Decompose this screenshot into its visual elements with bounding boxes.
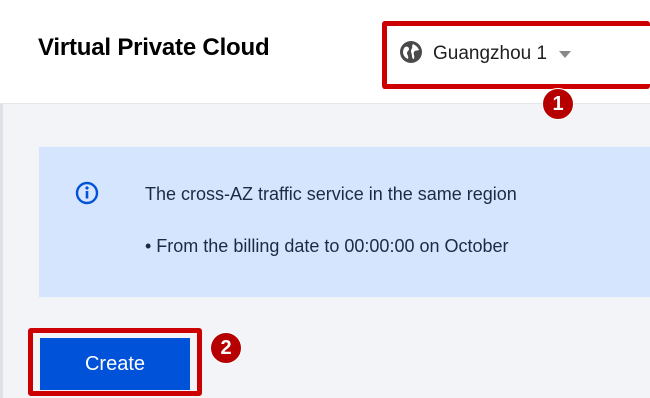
step-badge-1: 1 — [542, 88, 574, 120]
highlight-box-region — [382, 21, 650, 89]
notice-banner: The cross-AZ traffic service in the same… — [39, 147, 650, 297]
page-title: Virtual Private Cloud — [38, 34, 270, 61]
notice-text-line1: The cross-AZ traffic service in the same… — [145, 184, 517, 204]
info-icon — [75, 181, 99, 210]
step-badge-2: 2 — [210, 332, 242, 364]
highlight-box-create — [28, 328, 202, 396]
notice-text-line2: • From the billing date to 00:00:00 on O… — [145, 236, 509, 256]
